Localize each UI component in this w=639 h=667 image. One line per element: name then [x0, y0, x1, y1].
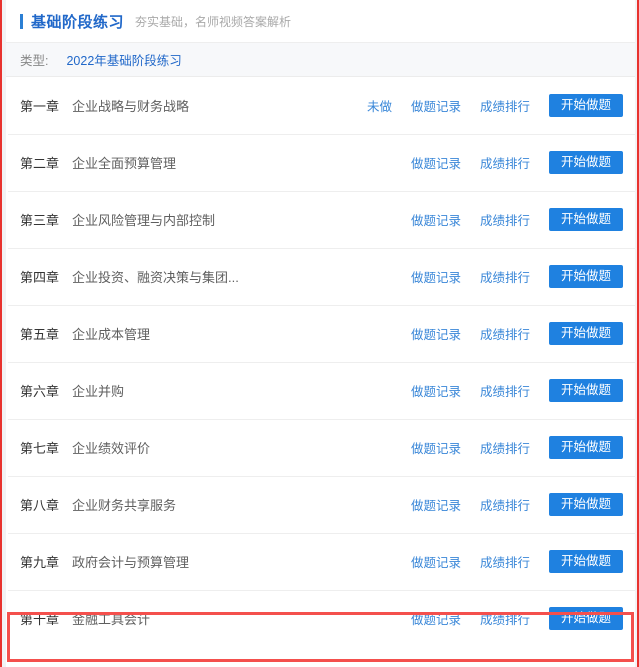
start-practice-button[interactable]: 开始做题 [548, 321, 623, 346]
start-practice-button[interactable]: 开始做题 [548, 264, 623, 289]
score-ranking-link[interactable]: 成绩排行 [480, 438, 530, 457]
start-practice-button[interactable]: 开始做题 [548, 435, 623, 460]
chapter-number: 第五章 [20, 327, 60, 342]
chapter-number: 第一章 [20, 99, 60, 114]
chapter-title: 政府会计与预算管理 [72, 555, 190, 570]
start-practice-button[interactable]: 开始做题 [548, 549, 623, 574]
table-row: 第五章 企业成本管理 做题记录 成绩排行 开始做题 [6, 305, 635, 362]
accent-bar-icon [20, 13, 23, 29]
practice-record-link[interactable]: 做题记录 [411, 324, 461, 343]
chapter-title: 企业成本管理 [72, 327, 151, 342]
practice-record-link[interactable]: 做题记录 [411, 381, 461, 400]
chapter-list: 第一章 企业战略与财务战略 未做 做题记录 成绩排行 开始做题 第二章 企业全面预算管理 做题记… [6, 77, 635, 647]
table-row: 第一章 企业战略与财务战略 未做 做题记录 成绩排行 开始做题 [6, 77, 635, 134]
chapter-title: 企业风险管理与内部控制 [72, 213, 216, 228]
page-subtitle: 夯实基础，名师视频答案解析 [135, 14, 292, 29]
score-ranking-link[interactable]: 成绩排行 [480, 381, 530, 400]
row-actions: 未做 做题记录 成绩排行 开始做题 [366, 93, 629, 118]
row-actions: 做题记录 成绩排行 开始做题 [411, 378, 629, 403]
row-actions: 做题记录 成绩排行 开始做题 [411, 435, 629, 460]
score-ranking-link[interactable]: 成绩排行 [480, 210, 530, 229]
chapter-title: 企业绩效评价 [72, 441, 151, 456]
chapter-number: 第十章 [20, 612, 60, 627]
score-ranking-link[interactable]: 成绩排行 [480, 495, 530, 514]
chapter-number: 第八章 [20, 498, 60, 513]
start-practice-button[interactable]: 开始做题 [548, 378, 623, 403]
practice-record-link[interactable]: 做题记录 [411, 153, 461, 172]
chapter-number: 第七章 [20, 441, 60, 456]
chapter-title: 企业财务共享服务 [72, 498, 177, 513]
type-filter-bar: 类型: 2022年基础阶段练习 [6, 43, 635, 77]
status-badge: 未做 [366, 100, 392, 114]
table-row: 第三章 企业风险管理与内部控制 做题记录 成绩排行 开始做题 [6, 191, 635, 248]
score-ranking-link[interactable]: 成绩排行 [480, 153, 530, 172]
table-row: 第八章 企业财务共享服务 做题记录 成绩排行 开始做题 [6, 476, 635, 533]
practice-record-link[interactable]: 做题记录 [411, 495, 461, 514]
table-row: 第九章 政府会计与预算管理 做题记录 成绩排行 开始做题 [6, 533, 635, 590]
start-practice-button[interactable]: 开始做题 [548, 492, 623, 517]
practice-record-link[interactable]: 做题记录 [411, 552, 461, 571]
table-row: 第七章 企业绩效评价 做题记录 成绩排行 开始做题 [6, 419, 635, 476]
row-actions: 做题记录 成绩排行 开始做题 [411, 606, 629, 631]
chapter-number: 第三章 [20, 213, 60, 228]
start-practice-button[interactable]: 开始做题 [548, 93, 623, 118]
type-filter-label: 类型: [20, 54, 49, 68]
chapter-title: 企业投资、融资决策与集团... [72, 270, 239, 285]
chapter-number: 第九章 [20, 555, 60, 570]
chapter-title: 企业并购 [72, 384, 125, 399]
score-ranking-link[interactable]: 成绩排行 [480, 609, 530, 628]
practice-record-link[interactable]: 做题记录 [411, 438, 461, 457]
row-actions: 做题记录 成绩排行 开始做题 [411, 207, 629, 232]
table-row: 第六章 企业并购 做题记录 成绩排行 开始做题 [6, 362, 635, 419]
screenshot-viewport: 基础阶段练习 夯实基础，名师视频答案解析 类型: 2022年基础阶段练习 第一章… [0, 0, 639, 667]
table-row: 第二章 企业全面预算管理 做题记录 成绩排行 开始做题 [6, 134, 635, 191]
score-ranking-link[interactable]: 成绩排行 [480, 324, 530, 343]
chapter-title: 企业全面预算管理 [72, 156, 177, 171]
practice-record-link[interactable]: 做题记录 [411, 210, 461, 229]
page-title: 基础阶段练习 [31, 13, 125, 31]
chapter-number: 第四章 [20, 270, 60, 285]
chapter-number: 第六章 [20, 384, 60, 399]
row-actions: 做题记录 成绩排行 开始做题 [411, 549, 629, 574]
practice-record-link[interactable]: 做题记录 [411, 267, 461, 286]
start-practice-button[interactable]: 开始做题 [548, 150, 623, 175]
panel-header: 基础阶段练习 夯实基础，名师视频答案解析 [6, 0, 635, 43]
type-filter-selected[interactable]: 2022年基础阶段练习 [66, 50, 181, 69]
chapter-number: 第二章 [20, 156, 60, 171]
row-actions: 做题记录 成绩排行 开始做题 [411, 321, 629, 346]
practice-record-link[interactable]: 做题记录 [411, 96, 461, 115]
practice-record-link[interactable]: 做题记录 [411, 609, 461, 628]
row-actions: 做题记录 成绩排行 开始做题 [411, 150, 629, 175]
score-ranking-link[interactable]: 成绩排行 [480, 552, 530, 571]
score-ranking-link[interactable]: 成绩排行 [480, 96, 530, 115]
start-practice-button[interactable]: 开始做题 [548, 207, 623, 232]
table-row: 第十章 金融工具会计 做题记录 成绩排行 开始做题 [6, 590, 635, 647]
score-ranking-link[interactable]: 成绩排行 [480, 267, 530, 286]
row-actions: 做题记录 成绩排行 开始做题 [411, 492, 629, 517]
chapter-title: 金融工具会计 [72, 612, 151, 627]
chapter-title: 企业战略与财务战略 [72, 99, 190, 114]
row-actions: 做题记录 成绩排行 开始做题 [411, 264, 629, 289]
start-practice-button[interactable]: 开始做题 [548, 606, 623, 631]
table-row: 第四章 企业投资、融资决策与集团... 做题记录 成绩排行 开始做题 [6, 248, 635, 305]
practice-card: 基础阶段练习 夯实基础，名师视频答案解析 类型: 2022年基础阶段练习 第一章… [6, 0, 635, 667]
